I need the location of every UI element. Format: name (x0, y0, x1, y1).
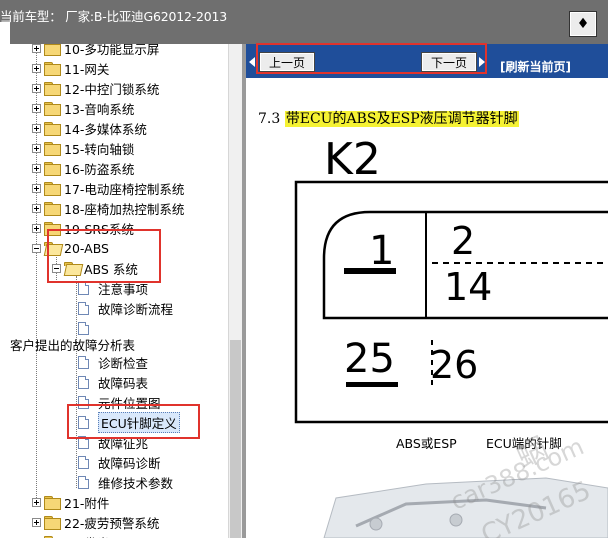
tree-item-label: 诊断检查 (98, 355, 149, 371)
refresh-page-link[interactable]: [刷新当前页] (500, 58, 571, 75)
tree-item-label: 故障诊断流程 (98, 301, 174, 317)
folder-icon (44, 162, 61, 176)
folder-icon (44, 102, 61, 116)
pin-2-label: 2 (451, 219, 475, 263)
tree-doc-item[interactable]: 故障码表 (78, 372, 148, 392)
section-title: 带ECU的ABS及ESP液压调节器针脚 (284, 111, 519, 127)
menu-diamond-icon: ♦ (576, 16, 590, 32)
tree-folder-item[interactable]: 21-附件 (32, 492, 109, 512)
tree-folder-item[interactable]: 14-多媒体系统 (32, 118, 147, 138)
tree-item-label: 15-转向轴锁 (64, 141, 135, 157)
document-view: 上一页 下一页 [刷新当前页] 7.3 带ECU的ABS及ESP液压调节器针脚 … (246, 44, 608, 538)
annotation-nav-box (256, 43, 487, 74)
tree-item-label: 13-音响系统 (64, 101, 135, 117)
tree-item-label: 17-电动座椅控制系统 (64, 181, 185, 197)
pin-26-label: 26 (430, 343, 478, 387)
menu-button[interactable]: ♦ (569, 11, 597, 37)
section-number: 7.3 (258, 111, 281, 127)
connector-label: K2 (324, 134, 381, 185)
tree-doc-item[interactable]: 故障码诊断 (78, 452, 161, 472)
vehicle-model-title: 当前车型： 厂家:B-比亚迪G62012-2013 (0, 9, 228, 24)
pin-14-label: 14 (444, 265, 492, 309)
tree-item-label: 21-附件 (64, 495, 110, 511)
tree-item-label: 22-疲劳预警系统 (64, 515, 160, 531)
document-icon (78, 355, 89, 369)
expand-plus-icon[interactable] (32, 203, 41, 213)
arrow-left-icon (249, 57, 255, 67)
document-icon (78, 375, 89, 389)
tree-item-label: 故障码诊断 (98, 455, 161, 471)
tree-folder-item[interactable]: 18-座椅加热控制系统 (32, 198, 184, 218)
expand-plus-icon[interactable] (32, 123, 41, 133)
tree-item-label: 10-多功能显示屏 (64, 44, 160, 57)
expand-plus-icon[interactable] (32, 183, 41, 193)
title-bar: 当前车型： 厂家:B-比亚迪G62012-2013 ♦ (0, 0, 608, 44)
tree-folder-item[interactable]: 23-发光LOGO (32, 532, 145, 538)
expand-plus-icon[interactable] (32, 163, 41, 173)
expand-plus-icon[interactable] (32, 44, 41, 53)
tree-folder-item[interactable]: 11-网关 (32, 58, 109, 78)
tree-item-label: 客户提出的故障分析表 (10, 337, 136, 353)
tree-folder-item[interactable]: 10-多功能显示屏 (32, 44, 159, 58)
folder-icon (44, 62, 61, 76)
folder-icon (44, 122, 61, 136)
pin-25-label: 25 (344, 336, 395, 382)
category-tree[interactable]: 10-多功能显示屏 11-网关 12-中控门锁系统 13-音响系统 14-多媒体系统 15… (0, 44, 228, 538)
tree-folder-item[interactable]: 16-防盗系统 (32, 158, 134, 178)
annotation-ecu-box (67, 404, 200, 439)
folder-icon (44, 82, 61, 96)
tree-folder-item[interactable]: 17-电动座椅控制系统 (32, 178, 184, 198)
document-icon (78, 301, 89, 315)
expand-plus-icon[interactable] (32, 83, 41, 93)
folder-icon (44, 182, 61, 196)
tree-folder-item[interactable]: 13-音响系统 (32, 98, 134, 118)
expand-plus-icon[interactable] (32, 497, 41, 507)
tree-folder-item[interactable]: 15-转向轴锁 (32, 138, 134, 158)
pin-1-bar (344, 268, 396, 274)
document-icon (78, 281, 89, 295)
caption-left: ABS或ESP (396, 436, 457, 451)
folder-icon (44, 44, 61, 56)
tree-item-label: 11-网关 (64, 61, 110, 77)
tree-scrollbar[interactable] (228, 44, 242, 538)
folder-icon (44, 202, 61, 216)
tree-item-label: 维修技术参数 (98, 475, 174, 491)
connector-pinout-diagram: K2 1 2 14 25 26 ABS或ESP ECU端的针脚 (294, 134, 608, 538)
tree-folder-item[interactable]: 12-中控门锁系统 (32, 78, 159, 98)
tree-folder-item[interactable]: 22-疲劳预警系统 (32, 512, 159, 532)
tree-item-label: 16-防盗系统 (64, 161, 135, 177)
pin-1-label: 1 (369, 228, 394, 274)
tree-scrollbar-thumb[interactable] (230, 340, 241, 538)
annotation-abs-box (47, 229, 161, 283)
tree-text-item: 客户提出的故障分析表 (10, 334, 135, 354)
document-icon (78, 475, 89, 489)
folder-icon (44, 142, 61, 156)
tree-item-label: 故障码表 (98, 375, 149, 391)
expand-plus-icon[interactable] (32, 517, 41, 527)
document-icon (78, 321, 89, 335)
expand-plus-icon[interactable] (32, 143, 41, 153)
expand-plus-icon[interactable] (32, 63, 41, 73)
tree-doc-item[interactable]: 维修技术参数 (78, 472, 173, 492)
expand-plus-icon[interactable] (32, 103, 41, 113)
tree-item-label: 14-多媒体系统 (64, 121, 147, 137)
expand-plus-icon[interactable] (32, 223, 41, 233)
tree-item-label: 23-发光LOGO (64, 533, 145, 538)
document-icon (78, 455, 89, 469)
section-heading: 7.3 带ECU的ABS及ESP液压调节器针脚 (258, 108, 519, 128)
tree-item-label: 12-中控门锁系统 (64, 81, 160, 97)
tree-doc-item[interactable]: 诊断检查 (78, 352, 148, 372)
folder-icon (44, 516, 61, 530)
pin-25-bar (346, 382, 398, 387)
tree-item-label: 18-座椅加热控制系统 (64, 201, 185, 217)
collapse-minus-icon[interactable] (32, 243, 41, 253)
folder-icon (44, 496, 61, 510)
tree-doc-item[interactable]: 故障诊断流程 (78, 298, 173, 318)
